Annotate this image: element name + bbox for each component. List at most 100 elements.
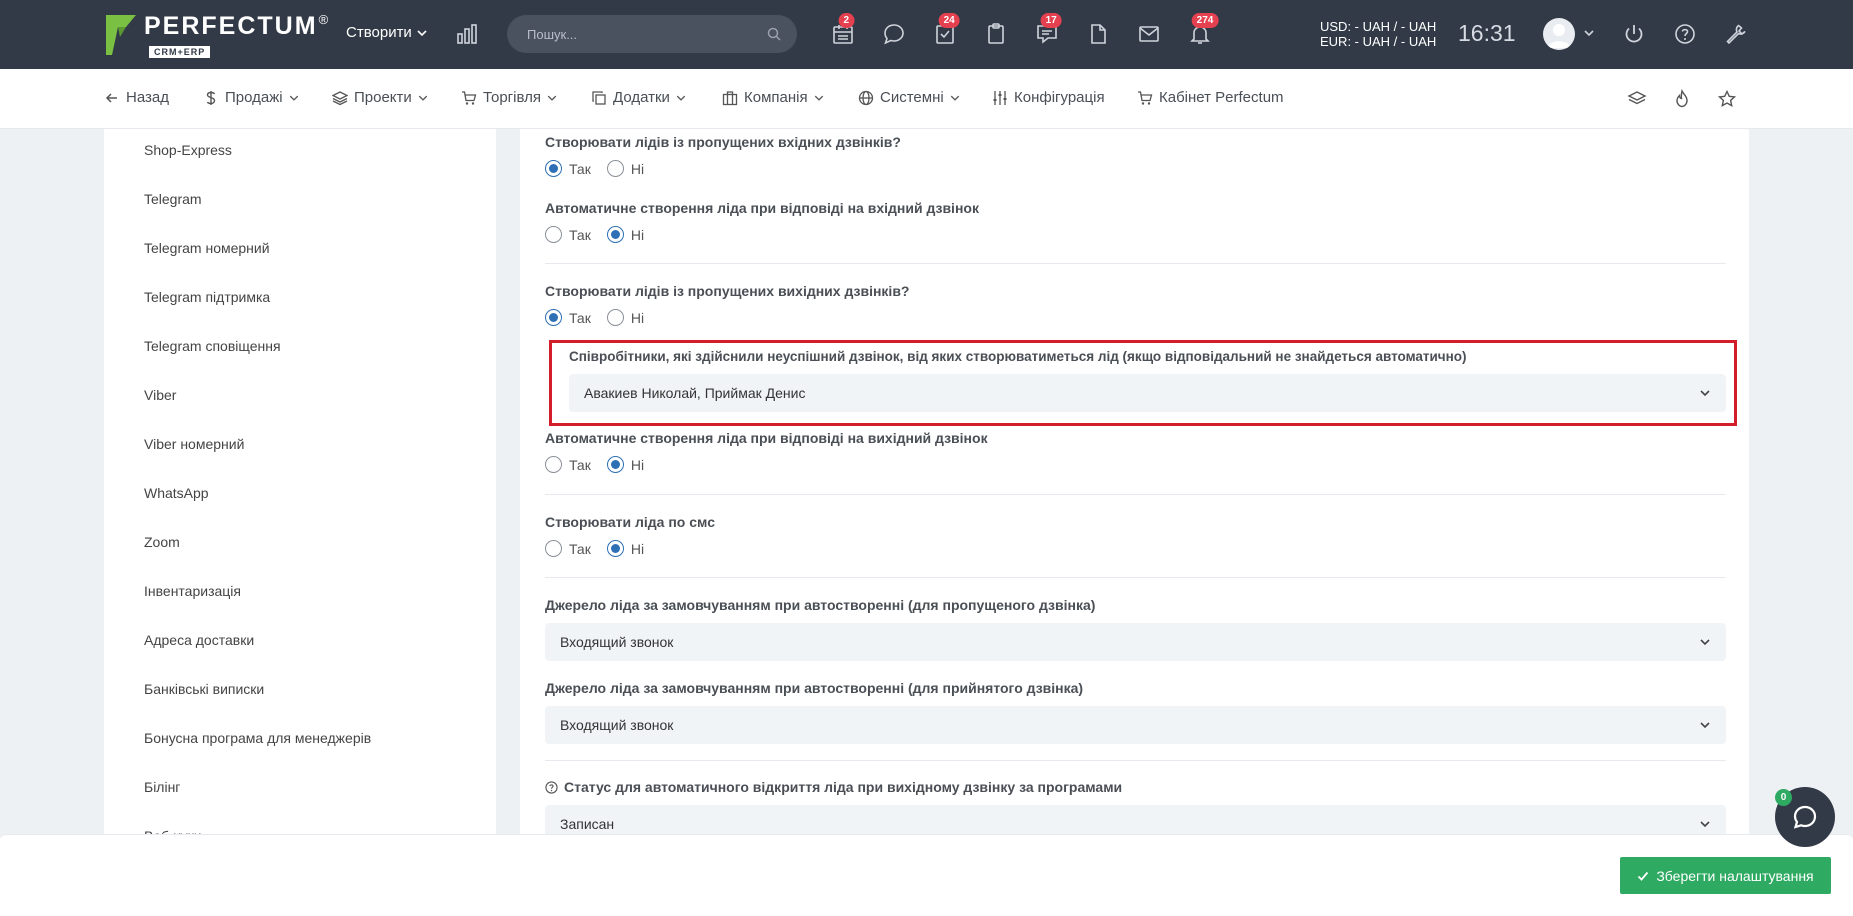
chevron-down-icon[interactable]	[1584, 28, 1594, 38]
tasks-icon[interactable]: 24	[933, 13, 960, 48]
source-accepted-select[interactable]: Входящий звонок	[545, 706, 1726, 744]
sidebar-item-billing[interactable]: Білінг	[104, 762, 496, 811]
sidebar-item-bonus-program[interactable]: Бонусна програма для менеджерів	[104, 713, 496, 762]
auto-outgoing-yes-radio[interactable]: Так	[545, 456, 591, 473]
nav-company[interactable]: Компанія	[722, 89, 824, 106]
sidebar-item-viber[interactable]: Viber	[104, 370, 496, 419]
sidebar-item-telegram-notifications[interactable]: Telegram сповіщення	[104, 321, 496, 370]
radio-circle	[545, 540, 562, 557]
missed-outgoing-no-radio[interactable]: Ні	[606, 309, 645, 326]
missed-incoming-no-radio[interactable]: Ні	[606, 160, 644, 177]
tasks-badge: 24	[938, 13, 960, 28]
auto-incoming-radios: Так Ні	[545, 226, 1726, 243]
auto-incoming-field: Автоматичне створення ліда при відповіді…	[545, 200, 1726, 243]
power-icon[interactable]	[1622, 22, 1648, 48]
save-settings-button[interactable]: Зберегти налаштування	[1620, 857, 1831, 894]
sidebar-item-zoom[interactable]: Zoom	[104, 517, 496, 566]
bell-icon[interactable]: 274	[1188, 13, 1219, 48]
source-missed-label: Джерело ліда за замовчуванням при автост…	[545, 597, 1096, 613]
bar-chart-icon[interactable]	[455, 22, 479, 46]
radio-circle	[606, 309, 624, 326]
calendar-badge: 2	[838, 13, 855, 28]
radio-label: Ні	[630, 309, 645, 326]
section-divider	[545, 494, 1726, 495]
missed-outgoing-yes-radio[interactable]: Так	[545, 309, 591, 326]
sidebar-item-webhooks[interactable]: Веб-хуки	[104, 811, 496, 835]
layers-icon	[332, 90, 348, 105]
logo[interactable]: PERFECTUM ® CRM+ERP	[104, 12, 329, 58]
create-label: Створити	[346, 24, 412, 41]
search-input[interactable]	[527, 26, 767, 42]
sidebar-item-telegram-support[interactable]: Telegram підтримка	[104, 272, 496, 321]
search-icon[interactable]	[767, 27, 781, 41]
sidebar-item-whatsapp[interactable]: WhatsApp	[104, 468, 496, 517]
nav-addons-label: Додатки	[613, 89, 670, 106]
help-circle-icon[interactable]	[545, 780, 558, 794]
layers-icon[interactable]	[1627, 89, 1647, 109]
arrow-left-icon	[105, 92, 117, 103]
source-accepted-label: Джерело ліда за замовчуванням при автост…	[545, 680, 1084, 696]
nav-sales-label: Продажі	[225, 89, 283, 106]
top-header: PERFECTUM ® CRM+ERP Створити 2 24 17 274	[0, 0, 1853, 69]
radio-circle	[606, 456, 624, 473]
sms-radios: Так Ні	[545, 540, 1726, 557]
chevron-down-icon	[950, 95, 959, 101]
sms-yes-radio[interactable]: Так	[545, 540, 591, 557]
sidebar-item-telegram-number[interactable]: Telegram номерний	[104, 223, 496, 272]
create-menu-button[interactable]: Створити	[346, 24, 427, 41]
star-icon[interactable]	[1717, 89, 1737, 109]
status-select-value: Записан	[560, 816, 615, 832]
logo-registered: ®	[318, 12, 329, 27]
chevron-down-icon	[676, 95, 686, 101]
auto-outgoing-no-radio[interactable]: Ні	[606, 456, 644, 473]
auto-outgoing-field: Автоматичне створення ліда при відповіді…	[545, 430, 1726, 473]
auto-incoming-no-radio[interactable]: Ні	[606, 226, 644, 243]
nav-projects[interactable]: Проекти	[332, 89, 428, 106]
nav-back[interactable]: Назад	[104, 89, 169, 106]
briefcase-icon	[722, 90, 738, 105]
nav-sales[interactable]: Продажі	[203, 89, 299, 106]
chevron-down-icon	[1700, 821, 1710, 828]
help-icon[interactable]	[1673, 22, 1699, 48]
sidebar-list: Shop-Express Telegram Telegram номерний …	[104, 129, 496, 835]
chat-badge: 0	[1775, 789, 1792, 806]
section-divider	[545, 263, 1726, 264]
nav-addons[interactable]: Додатки	[591, 89, 686, 106]
auto-incoming-yes-radio[interactable]: Так	[545, 226, 591, 243]
missed-incoming-yes-radio[interactable]: Так	[545, 160, 591, 177]
sidebar-item-shop-express[interactable]: Shop-Express	[104, 129, 496, 174]
document-icon[interactable]	[1086, 22, 1112, 48]
usd-rate: USD: - UAH / - UAH	[1320, 19, 1437, 34]
nav-trade[interactable]: Торгівля	[461, 89, 557, 106]
chat-bubble-icon[interactable]	[882, 22, 908, 48]
nav-cabinet[interactable]: Кабінет Perfectum	[1137, 89, 1284, 106]
status-select[interactable]: Записан	[545, 805, 1726, 834]
sidebar-item-telegram[interactable]: Telegram	[104, 174, 496, 223]
copy-icon	[592, 90, 606, 105]
sidebar-item-delivery-address[interactable]: Адреса доставки	[104, 615, 496, 664]
mail-icon[interactable]	[1137, 22, 1163, 48]
sidebar-item-inventory[interactable]: Інвентаризація	[104, 566, 496, 615]
globe-icon	[858, 90, 874, 105]
nav-projects-label: Проекти	[354, 89, 412, 106]
bottom-action-bar	[0, 834, 1853, 916]
sms-no-radio[interactable]: Ні	[606, 540, 644, 557]
nav-system[interactable]: Системні	[858, 89, 960, 106]
chevron-down-icon	[289, 95, 298, 101]
eur-rate: EUR: - UAH / - UAH	[1320, 34, 1437, 49]
section-divider	[545, 577, 1726, 578]
wrench-icon[interactable]	[1724, 22, 1750, 48]
sidebar-item-bank-statements[interactable]: Банківські виписки	[104, 664, 496, 713]
missed-incoming-label: Створювати лідів із пропущених вхідних д…	[545, 134, 901, 150]
calendar-icon[interactable]: 2	[831, 13, 857, 48]
nav-configuration[interactable]: Конфігурація	[992, 89, 1105, 106]
check-icon	[1638, 871, 1649, 881]
sidebar-item-viber-number[interactable]: Viber номерний	[104, 419, 496, 468]
missed-incoming-radios: Так Ні	[545, 160, 1726, 177]
source-missed-select[interactable]: Входящий звонок	[545, 623, 1726, 661]
avatar[interactable]	[1543, 18, 1575, 50]
search-box	[507, 15, 797, 53]
clipboard-icon[interactable]	[984, 22, 1010, 48]
fire-icon[interactable]	[1672, 89, 1692, 109]
comments-icon[interactable]: 17	[1035, 13, 1062, 48]
